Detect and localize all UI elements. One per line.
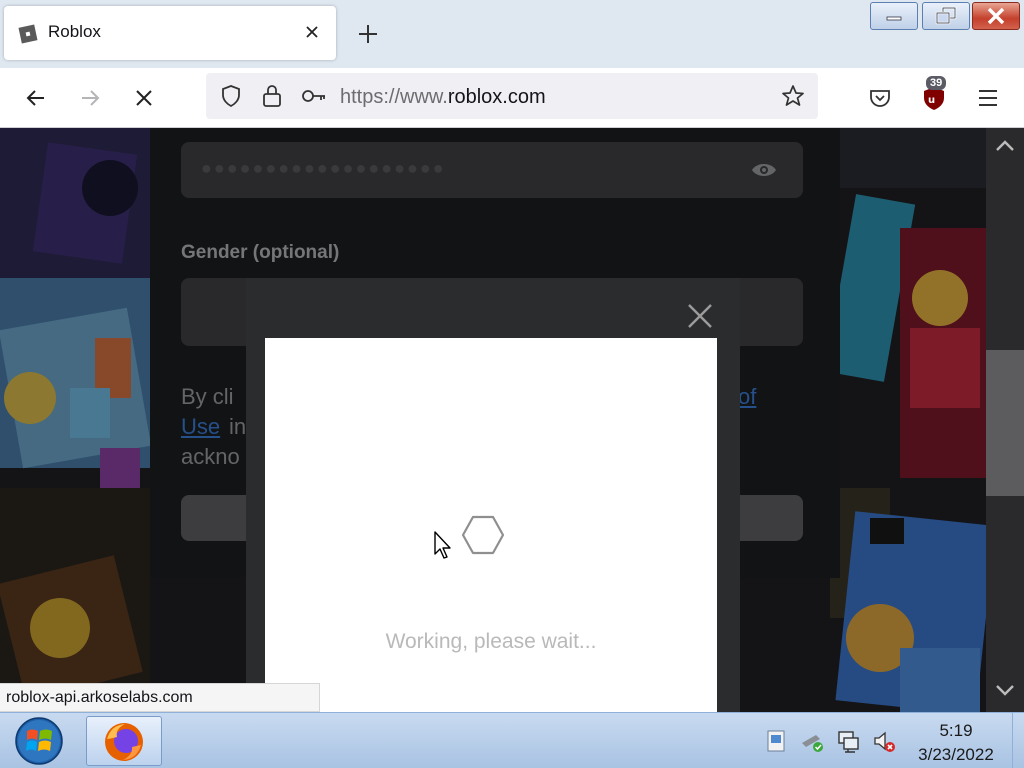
tab-roblox[interactable]: Roblox [4, 6, 336, 60]
safely-remove-hardware-icon[interactable] [800, 729, 824, 753]
scroll-up-arrow-icon[interactable] [995, 138, 1015, 152]
pocket-icon[interactable] [866, 84, 894, 112]
forward-arrow-icon[interactable] [76, 84, 104, 112]
clock-date: 3/23/2022 [918, 745, 994, 764]
restore-icon [935, 6, 957, 25]
hamburger-menu-icon[interactable] [974, 84, 1002, 112]
restore-button[interactable] [922, 2, 970, 30]
mouse-cursor-icon [434, 531, 451, 559]
close-tab-icon[interactable] [300, 20, 324, 44]
browser-tab-bar: Roblox [0, 0, 1024, 68]
clock-time: 5:19 [939, 721, 973, 740]
tab-title: Roblox [48, 22, 101, 41]
navigation-toolbar: https://www.roblox.com u 39 [0, 68, 1024, 128]
scrollbar-thumb[interactable] [986, 350, 1024, 496]
address-bar[interactable]: https://www.roblox.com [206, 73, 818, 119]
system-clock[interactable]: 5:19 3/23/2022 [908, 719, 1004, 767]
speaker-muted-icon[interactable] [872, 729, 896, 753]
action-center-icon[interactable] [764, 729, 788, 753]
stop-loading-icon[interactable] [130, 84, 158, 112]
captcha-status-text: Working, please wait... [385, 630, 597, 653]
svg-text:u: u [928, 95, 935, 106]
page-scrollbar[interactable] [986, 128, 1024, 712]
url-text[interactable]: https://www.roblox.com [340, 86, 546, 109]
firefox-icon [105, 723, 143, 761]
windows-taskbar: 5:19 3/23/2022 [0, 712, 1024, 768]
page-viewport: ●●●●●●●●●●●●●●●●●●● Gender (optional) By… [0, 128, 986, 712]
minimize-icon [886, 16, 902, 21]
captcha-close-icon[interactable] [686, 302, 714, 330]
minimize-button[interactable] [870, 2, 918, 30]
url-prefix: https://www. [340, 86, 448, 108]
shield-icon[interactable] [218, 83, 244, 109]
loading-spinner-icon [461, 515, 505, 555]
key-icon[interactable] [300, 83, 328, 109]
roblox-favicon-icon [18, 24, 38, 44]
new-tab-icon[interactable] [354, 20, 382, 48]
captcha-content: Working, please wait... [265, 338, 717, 712]
bookmark-star-icon[interactable] [780, 83, 806, 109]
lock-icon[interactable] [260, 83, 284, 109]
back-arrow-icon[interactable] [22, 84, 50, 112]
show-desktop-button[interactable] [1012, 713, 1024, 768]
url-domain: roblox.com [447, 86, 546, 108]
network-icon[interactable] [836, 729, 860, 753]
close-icon [987, 7, 1005, 25]
link-status-tooltip: roblox-api.arkoselabs.com [0, 683, 320, 712]
windows-start-button-icon[interactable] [12, 716, 66, 766]
extension-badge: 39 [926, 76, 947, 90]
scroll-down-arrow-icon[interactable] [995, 684, 1015, 698]
close-window-button[interactable] [972, 2, 1020, 30]
taskbar-firefox-button[interactable] [86, 716, 162, 766]
